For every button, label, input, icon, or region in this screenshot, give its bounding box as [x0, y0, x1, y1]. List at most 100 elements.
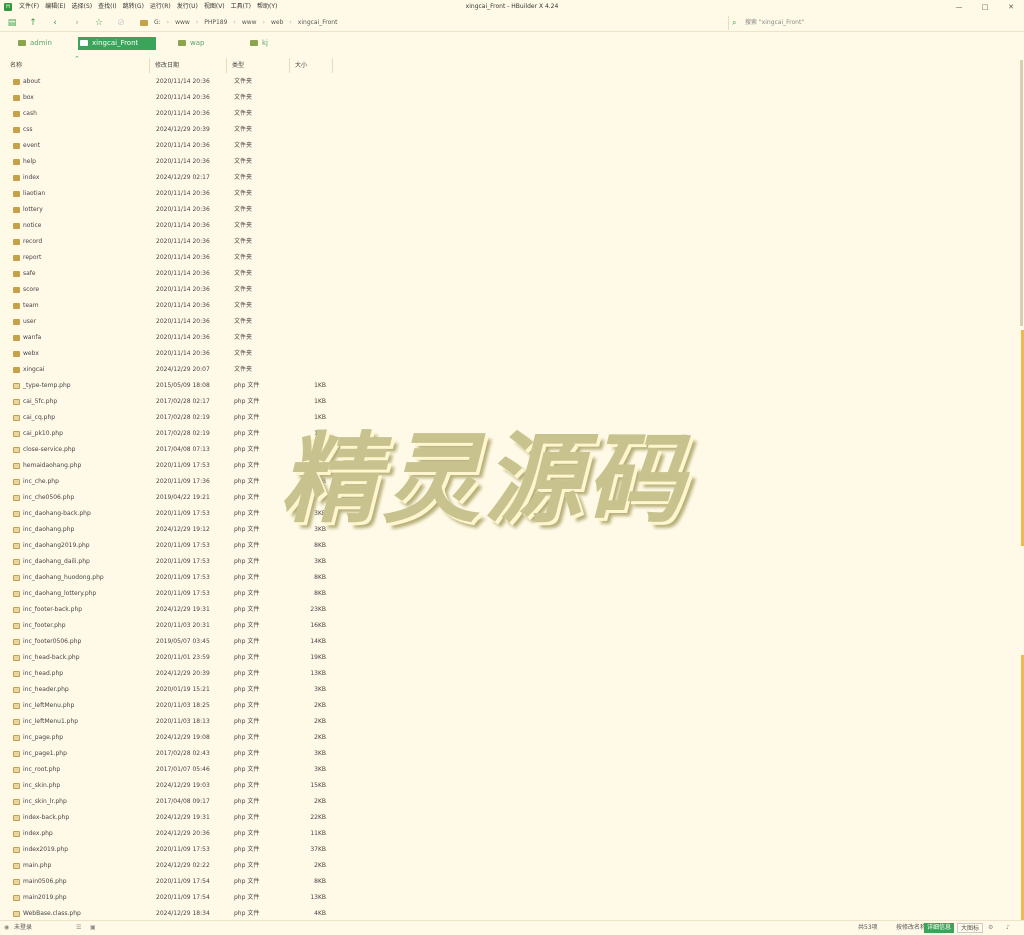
list-item[interactable]: inc_skin.php 2024/12/29 19:03 php 文件 15KB: [0, 778, 1024, 794]
list-item[interactable]: about 2020/11/14 20:36 文件夹: [0, 74, 1024, 90]
list-item[interactable]: inc_head.php 2024/12/29 20:39 php 文件 13KB: [0, 666, 1024, 682]
breadcrumb-item[interactable]: PHP189: [204, 14, 227, 32]
breadcrumb-separator: ›: [262, 19, 265, 26]
favorite-admin[interactable]: admin: [16, 37, 52, 50]
item-date: 2020/11/09 17:54: [156, 894, 210, 901]
item-date: 2020/11/09 17:53: [156, 846, 210, 853]
list-item[interactable]: main2019.php 2020/11/09 17:54 php 文件 13KB: [0, 890, 1024, 906]
favorite-kj[interactable]: kj: [248, 37, 268, 50]
back-arrow-icon[interactable]: ‹: [49, 14, 61, 32]
breadcrumb-item[interactable]: www: [175, 14, 190, 32]
list-item[interactable]: notice 2020/11/14 20:36 文件夹: [0, 218, 1024, 234]
forward-arrow-icon[interactable]: ›: [71, 14, 83, 32]
list-item[interactable]: inc_footer-back.php 2024/12/29 19:31 php 文…: [0, 602, 1024, 618]
settings-icon[interactable]: ⚙: [988, 921, 993, 935]
list-item[interactable]: cash 2020/11/14 20:36 文件夹: [0, 106, 1024, 122]
star-icon[interactable]: ☆: [93, 14, 105, 32]
login-status[interactable]: 未登录: [14, 921, 32, 935]
list-item[interactable]: inc_daohang_lottery.php 2020/11/09 17:53 p…: [0, 586, 1024, 602]
menu-item[interactable]: 跳转(G): [123, 0, 144, 14]
item-name: cash: [23, 110, 37, 117]
list-item[interactable]: help 2020/11/14 20:36 文件夹: [0, 154, 1024, 170]
scrollbar-thumb[interactable]: [1020, 60, 1023, 326]
list-item[interactable]: inc_leftMenu1.php 2020/11/03 18:13 php 文件 2…: [0, 714, 1024, 730]
breadcrumb-item[interactable]: xingcai_Front: [298, 14, 338, 32]
list-item[interactable]: lottery 2020/11/14 20:36 文件夹: [0, 202, 1024, 218]
list-item[interactable]: inc_footer.php 2020/11/03 20:31 php 文件 16KB: [0, 618, 1024, 634]
list-item[interactable]: index2019.php 2020/11/09 17:53 php 文件 37KB: [0, 842, 1024, 858]
detail-view-button[interactable]: 详细信息: [924, 923, 955, 933]
list-item[interactable]: xingcai 2024/12/29 20:07 文件夹: [0, 362, 1024, 378]
breadcrumb-item[interactable]: G:: [154, 14, 161, 32]
list-item[interactable]: box 2020/11/14 20:36 文件夹: [0, 90, 1024, 106]
item-type: php 文件: [234, 846, 260, 853]
menu-item[interactable]: 运行(R): [150, 0, 171, 14]
minimize-button[interactable]: —: [946, 0, 972, 14]
list-item[interactable]: inc_footer0506.php 2019/05/07 03:45 php 文件…: [0, 634, 1024, 650]
refresh-icon[interactable]: ⊘: [115, 14, 127, 32]
item-date: 2019/05/07 03:45: [156, 638, 210, 645]
list-item[interactable]: inc_page1.php 2017/02/28 02:43 php 文件 3KB: [0, 746, 1024, 762]
breadcrumb-item[interactable]: www: [242, 14, 257, 32]
list-item[interactable]: score 2020/11/14 20:36 文件夹: [0, 282, 1024, 298]
image-icon[interactable]: ▣: [90, 921, 96, 935]
list-item[interactable]: inc_head-back.php 2020/11/01 23:59 php 文件 1…: [0, 650, 1024, 666]
list-item[interactable]: record 2020/11/14 20:36 文件夹: [0, 234, 1024, 250]
list-item[interactable]: index 2024/12/29 02:17 文件夹: [0, 170, 1024, 186]
breadcrumb-item[interactable]: web: [271, 14, 283, 32]
item-date: 2020/11/14 20:36: [156, 110, 210, 117]
menu-item[interactable]: 文件(F): [19, 0, 39, 14]
list-item[interactable]: team 2020/11/14 20:36 文件夹: [0, 298, 1024, 314]
item-type: php 文件: [234, 734, 260, 741]
favorite-xingcai-front[interactable]: xingcai_Front: [78, 37, 156, 50]
bell-icon[interactable]: ♪: [1006, 921, 1010, 935]
list-item[interactable]: inc_daohang_daili.php 2020/11/09 17:53 php…: [0, 554, 1024, 570]
up-arrow-icon[interactable]: ↑: [27, 14, 39, 32]
column-date[interactable]: 修改日期: [151, 58, 227, 73]
list-view-icon[interactable]: ☰: [76, 921, 81, 935]
list-item[interactable]: user 2020/11/14 20:36 文件夹: [0, 314, 1024, 330]
folder-icon: [13, 239, 20, 245]
column-type[interactable]: 类型: [228, 58, 290, 73]
list-item[interactable]: report 2020/11/14 20:36 文件夹: [0, 250, 1024, 266]
menu-item[interactable]: 编辑(E): [45, 0, 65, 14]
list-item[interactable]: css 2024/12/29 20:39 文件夹: [0, 122, 1024, 138]
maximize-button[interactable]: □: [972, 0, 998, 14]
menu-item[interactable]: 查找(I): [98, 0, 116, 14]
list-item[interactable]: main.php 2024/12/29 02:22 php 文件 2KB: [0, 858, 1024, 874]
list-item[interactable]: _type-temp.php 2015/05/09 18:08 php 文件 1KB: [0, 378, 1024, 394]
list-item[interactable]: inc_root.php 2017/01/07 05:46 php 文件 3KB: [0, 762, 1024, 778]
column-name[interactable]: 名称: [6, 58, 150, 73]
list-item[interactable]: inc_skin_lr.php 2017/04/08 09:17 php 文件 2KB: [0, 794, 1024, 810]
item-date: 2020/11/14 20:36: [156, 190, 210, 197]
item-size: 15KB: [310, 782, 326, 789]
list-item[interactable]: cai_5fc.php 2017/02/28 02:17 php 文件 1KB: [0, 394, 1024, 410]
menu-item[interactable]: 视图(V): [204, 0, 225, 14]
list-item[interactable]: liaotian 2020/11/14 20:36 文件夹: [0, 186, 1024, 202]
item-type: 文件夹: [234, 158, 253, 165]
list-item[interactable]: inc_header.php 2020/01/19 15:21 php 文件 3KB: [0, 682, 1024, 698]
favorite-wap[interactable]: wap: [176, 37, 204, 50]
menu-item[interactable]: 选择(S): [72, 0, 93, 14]
list-item[interactable]: safe 2020/11/14 20:36 文件夹: [0, 266, 1024, 282]
list-item[interactable]: main0506.php 2020/11/09 17:54 php 文件 8KB: [0, 874, 1024, 890]
list-item[interactable]: wanfa 2020/11/14 20:36 文件夹: [0, 330, 1024, 346]
php-file-icon: [13, 783, 20, 789]
large-icon-view-button[interactable]: 大图标: [957, 923, 984, 933]
item-date: 2020/11/14 20:36: [156, 94, 210, 101]
column-size[interactable]: 大小: [291, 58, 333, 73]
list-item[interactable]: inc_daohang_huodong.php 2020/11/09 17:53 p…: [0, 570, 1024, 586]
menu-item[interactable]: 帮助(Y): [257, 0, 277, 14]
list-item[interactable]: inc_leftMenu.php 2020/11/03 18:25 php 文件 2K…: [0, 698, 1024, 714]
close-button[interactable]: ✕: [998, 0, 1024, 14]
new-file-icon[interactable]: ▤: [6, 14, 18, 32]
list-item[interactable]: index-back.php 2024/12/29 19:31 php 文件 22KB: [0, 810, 1024, 826]
list-item[interactable]: webx 2020/11/14 20:36 文件夹: [0, 346, 1024, 362]
menu-item[interactable]: 工具(T): [231, 0, 251, 14]
list-item[interactable]: index.php 2024/12/29 20:36 php 文件 11KB: [0, 826, 1024, 842]
item-date: 2020/11/14 20:36: [156, 222, 210, 229]
search-input[interactable]: 搜索 "xingcai_Front": [728, 16, 1018, 30]
list-item[interactable]: event 2020/11/14 20:36 文件夹: [0, 138, 1024, 154]
menu-item[interactable]: 发行(U): [177, 0, 198, 14]
list-item[interactable]: inc_page.php 2024/12/29 19:08 php 文件 2KB: [0, 730, 1024, 746]
